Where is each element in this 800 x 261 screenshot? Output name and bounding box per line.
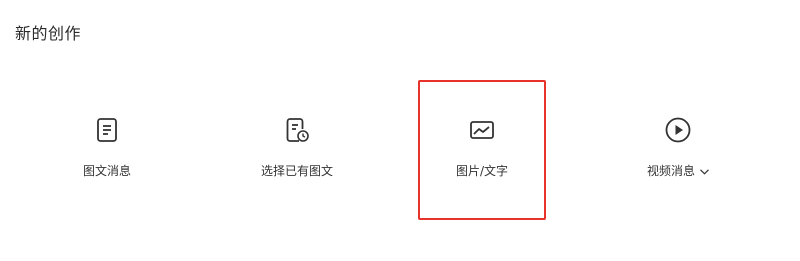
option-label-wrap: 视频消息 bbox=[614, 163, 742, 179]
option-label: 选择已有图文 bbox=[260, 164, 333, 178]
option-label: 图文消息 bbox=[82, 164, 131, 178]
play-circle-icon bbox=[664, 116, 692, 144]
option-label: 图片/文字 bbox=[455, 164, 509, 178]
option-video[interactable]: 视频消息 bbox=[614, 80, 742, 220]
image-icon bbox=[468, 116, 496, 144]
document-icon bbox=[93, 116, 121, 144]
option-label: 视频消息 bbox=[646, 164, 695, 178]
option-article[interactable]: 图文消息 bbox=[43, 80, 171, 220]
document-clock-icon bbox=[283, 116, 311, 144]
chevron-down-icon[interactable] bbox=[700, 168, 709, 175]
section-title: 新的创作 bbox=[15, 24, 82, 43]
option-image-text[interactable]: 图片/文字 bbox=[418, 80, 546, 220]
new-creation-panel: 新的创作 图文消息 选择已有图文 图片/文字 视频消息 bbox=[0, 0, 800, 261]
option-existing[interactable]: 选择已有图文 bbox=[233, 80, 361, 220]
